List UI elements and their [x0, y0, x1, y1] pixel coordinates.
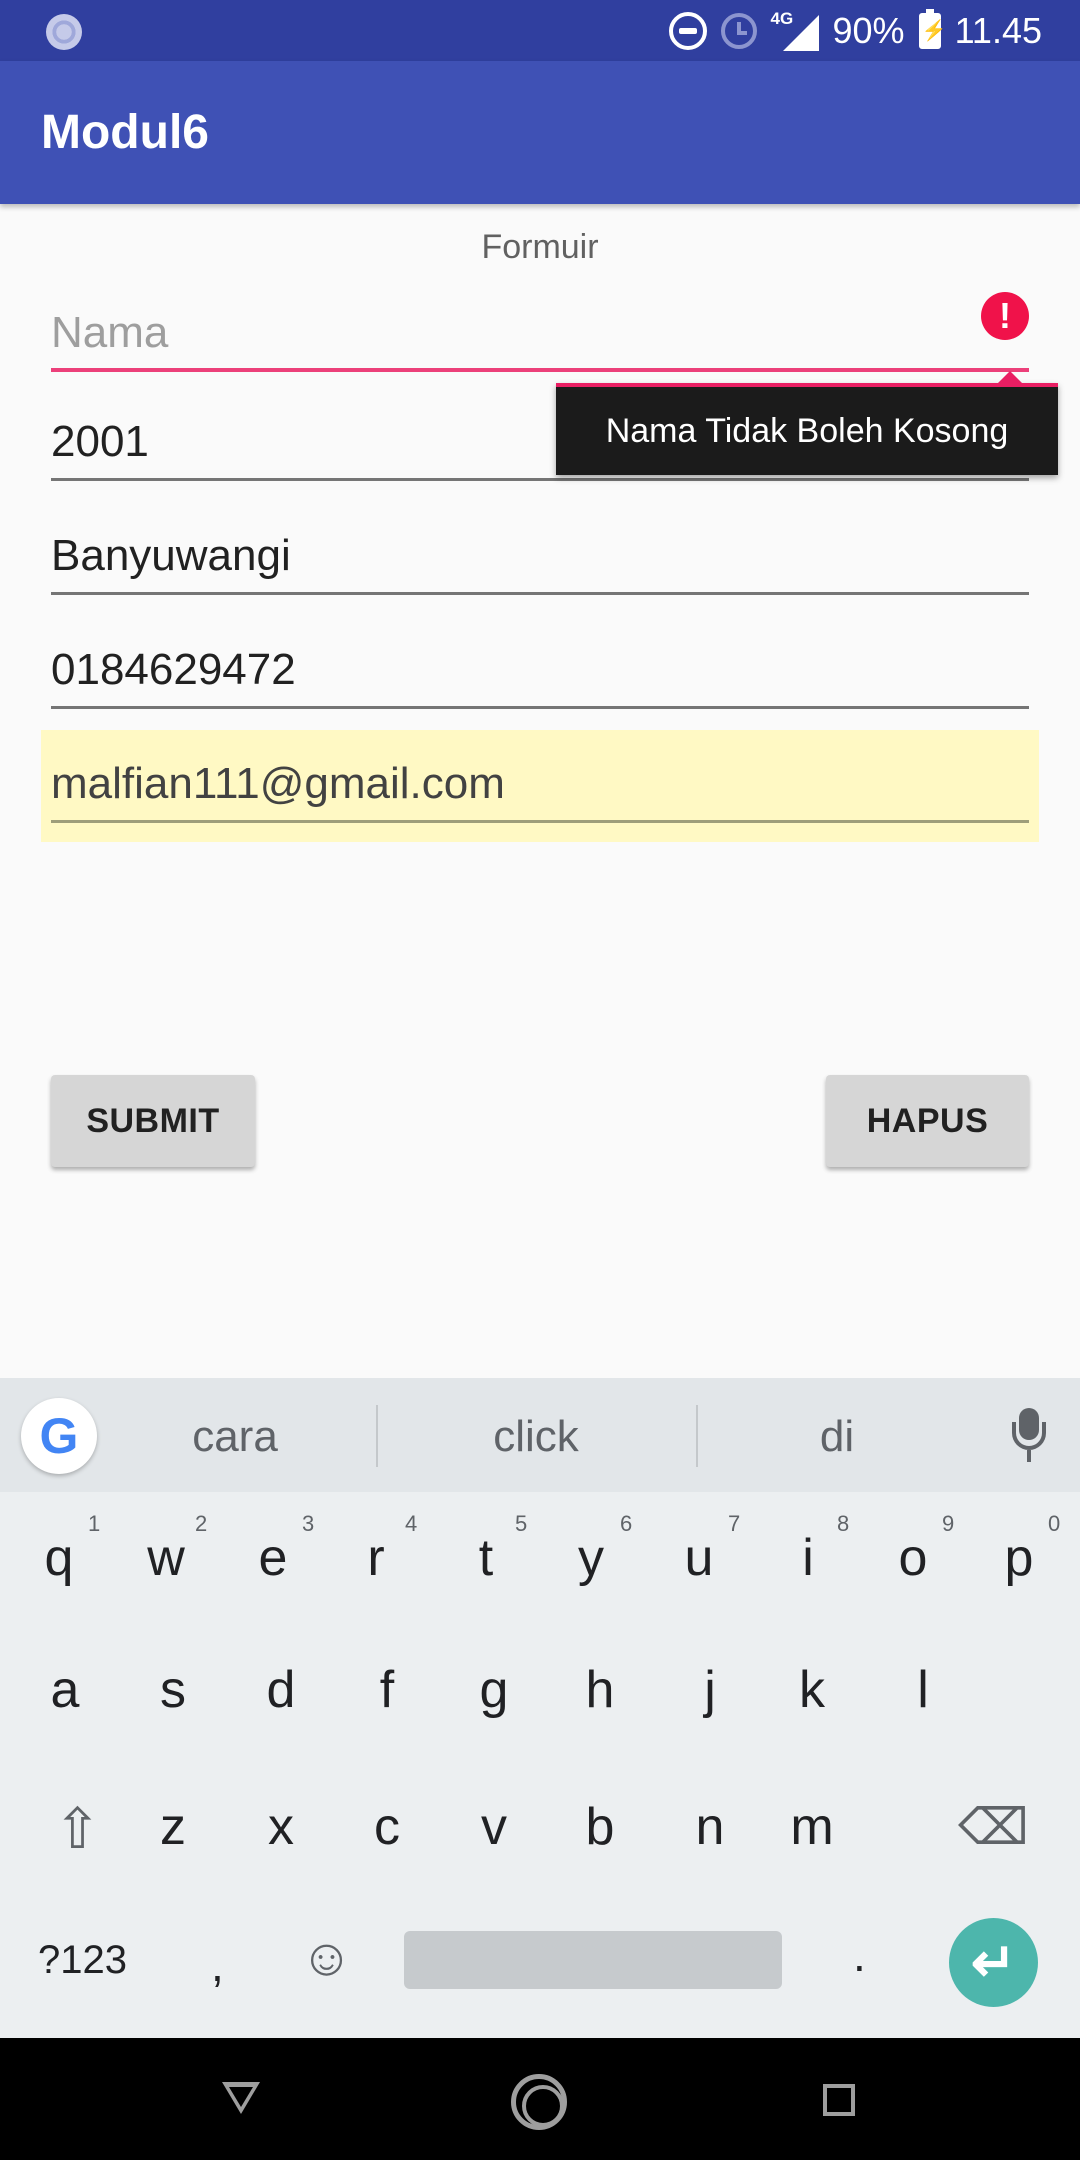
app-notification-icon	[46, 14, 82, 50]
suggestion-divider	[696, 1405, 698, 1467]
shift-key[interactable]: ⇧	[54, 1796, 101, 1862]
microphone-icon[interactable]	[1010, 1408, 1050, 1464]
suggestion-divider	[376, 1405, 378, 1467]
app-title: Modul6	[41, 106, 209, 159]
key-hint: 0	[1048, 1511, 1061, 1536]
key-i[interactable]: i	[763, 1528, 853, 1588]
key-hint: 1	[88, 1511, 101, 1536]
period-key[interactable]: .	[853, 1928, 866, 1982]
key-t[interactable]: t	[441, 1528, 531, 1588]
key-x[interactable]: x	[236, 1797, 326, 1857]
key-g[interactable]: g	[449, 1660, 539, 1720]
key-h[interactable]: h	[555, 1660, 645, 1720]
key-j[interactable]: j	[665, 1660, 755, 1720]
phone-field[interactable]: 0184629472	[51, 619, 1029, 709]
key-d[interactable]: d	[236, 1660, 326, 1720]
city-underline	[51, 592, 1029, 595]
phone-value: 0184629472	[51, 645, 296, 694]
signal-icon: 4G	[771, 9, 819, 53]
year-underline	[51, 478, 1029, 481]
key-hint: 2	[195, 1511, 208, 1536]
key-m[interactable]: m	[767, 1797, 857, 1857]
key-hint: 6	[620, 1511, 633, 1536]
key-q[interactable]: q	[14, 1528, 104, 1588]
key-e[interactable]: e	[228, 1528, 318, 1588]
clear-button[interactable]: HAPUS	[826, 1075, 1029, 1167]
battery-charging-icon	[918, 8, 946, 49]
app-bar: Modul6	[0, 61, 1080, 204]
key-s[interactable]: s	[128, 1660, 218, 1720]
city-value: Banyuwangi	[51, 531, 291, 580]
key-c[interactable]: c	[342, 1797, 432, 1857]
clock: 11.45	[954, 9, 1042, 51]
key-z[interactable]: z	[128, 1797, 218, 1857]
suggestion-1[interactable]: cara	[165, 1412, 305, 1462]
key-hint: 3	[302, 1511, 315, 1536]
key-y[interactable]: y	[546, 1528, 636, 1588]
key-u[interactable]: u	[654, 1528, 744, 1588]
key-l[interactable]: l	[878, 1660, 968, 1720]
key-r[interactable]: r	[331, 1528, 421, 1588]
key-v[interactable]: v	[449, 1797, 539, 1857]
backspace-key[interactable]: ⌫	[958, 1798, 1029, 1856]
suggestion-3[interactable]: di	[767, 1412, 907, 1462]
key-hint: 4	[405, 1511, 418, 1536]
navigation-bar	[0, 2038, 1080, 2160]
name-field[interactable]: Nama !	[51, 282, 1029, 372]
do-not-disturb-icon	[668, 11, 707, 50]
submit-button[interactable]: SUBMIT	[51, 1075, 255, 1167]
symbols-key[interactable]: ?123	[38, 1938, 127, 1983]
error-tooltip: Nama Tidak Boleh Kosong	[556, 371, 1058, 475]
email-field[interactable]: malfian111@gmail.com	[51, 733, 1029, 823]
key-w[interactable]: w	[121, 1528, 211, 1588]
key-hint: 8	[837, 1511, 850, 1536]
back-icon[interactable]	[222, 2082, 260, 2114]
battery-percent: 90%	[832, 9, 905, 51]
key-a[interactable]: a	[20, 1660, 110, 1720]
key-k[interactable]: k	[767, 1660, 857, 1720]
status-bar: 4G 90% 11.45	[0, 0, 1080, 61]
google-icon[interactable]: G	[21, 1398, 97, 1474]
email-underline	[51, 820, 1029, 823]
name-underline	[51, 368, 1029, 372]
key-b[interactable]: b	[555, 1797, 645, 1857]
key-n[interactable]: n	[665, 1797, 755, 1857]
emoji-key[interactable]: ☺	[300, 1928, 353, 1988]
key-hint: 5	[515, 1511, 528, 1536]
form-title: Formuir	[481, 228, 599, 266]
error-icon[interactable]: !	[981, 292, 1029, 340]
key-p[interactable]: p	[974, 1528, 1064, 1588]
key-hint: 9	[942, 1511, 955, 1536]
city-field[interactable]: Banyuwangi	[51, 505, 1029, 595]
recent-apps-icon[interactable]	[823, 2084, 855, 2116]
key-o[interactable]: o	[868, 1528, 958, 1588]
suggestion-strip: G cara click di	[0, 1378, 1080, 1492]
alarm-icon	[720, 12, 757, 49]
home-icon[interactable]	[511, 2074, 567, 2130]
comma-key[interactable]: ,	[211, 1938, 224, 1992]
name-hint: Nama	[51, 308, 169, 357]
enter-key[interactable]: ↵	[949, 1918, 1038, 2007]
key-hint: 7	[728, 1511, 741, 1536]
key-f[interactable]: f	[342, 1660, 432, 1720]
email-value: malfian111@gmail.com	[51, 759, 505, 808]
space-key[interactable]	[404, 1931, 782, 1989]
suggestion-2[interactable]: click	[466, 1412, 606, 1462]
phone-underline	[51, 706, 1029, 709]
status-icons: 4G 90% 11.45	[668, 0, 1042, 61]
year-value: 2001	[51, 417, 149, 466]
